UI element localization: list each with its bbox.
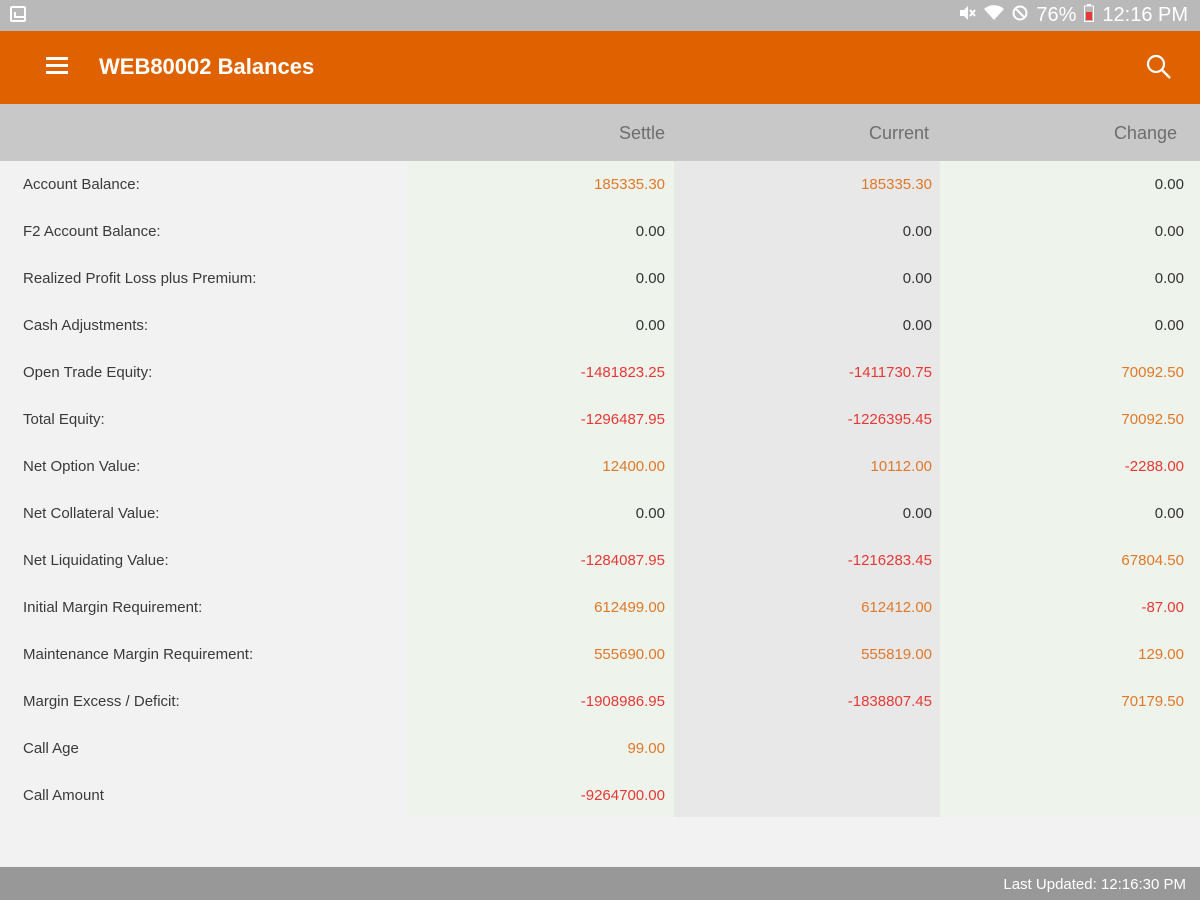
table-row: Maintenance Margin Requirement: 555690.00…: [0, 631, 1200, 678]
cell-current: 0.00: [902, 223, 932, 240]
cell-change: 0.00: [1154, 176, 1184, 193]
cell-settle: 612499.00: [594, 599, 665, 616]
balances-table: Account Balance: 185335.30 185335.30 0.00 F2…: [0, 161, 1200, 819]
cell-current: 10112.00: [870, 458, 932, 475]
row-label: F2 Account Balance:: [23, 223, 161, 240]
table-row: Net Liquidating Value: -1284087.95 -121628…: [0, 537, 1200, 584]
cell-change: -2288.00: [1124, 458, 1184, 475]
cell-settle: 0.00: [635, 505, 665, 522]
column-header: Settle Current Change: [0, 104, 1200, 161]
cell-settle: -1296487.95: [580, 411, 665, 428]
cell-current: 0.00: [902, 270, 932, 287]
blocked-icon: [1012, 5, 1028, 26]
row-label: Total Equity:: [23, 411, 105, 428]
cell-settle: 12400.00: [602, 458, 665, 475]
cell-settle: -1908986.95: [580, 693, 665, 710]
table-row: Initial Margin Requirement: 612499.00 6124…: [0, 584, 1200, 631]
page-title: WEB80002 Balances: [99, 54, 315, 79]
table-row: Call Age 99.00: [0, 725, 1200, 772]
table-row: Net Collateral Value: 0.00 0.00 0.00: [0, 490, 1200, 537]
cell-current: -1216283.45: [847, 552, 932, 569]
row-label: Net Option Value:: [23, 458, 141, 475]
row-label: Net Collateral Value:: [23, 505, 160, 522]
battery-icon: [1084, 4, 1095, 27]
row-label: Account Balance:: [23, 176, 140, 193]
cell-settle: 0.00: [635, 270, 665, 287]
table-row: Margin Excess / Deficit: -1908986.95 -1838…: [0, 678, 1200, 725]
cell-settle: -1284087.95: [580, 552, 665, 569]
table-row: Realized Profit Loss plus Premium: 0.00 0.…: [0, 255, 1200, 302]
mute-icon: [958, 5, 977, 26]
app-bar: WEB80002 Balances: [0, 31, 1200, 104]
row-label: Initial Margin Requirement:: [23, 599, 203, 616]
cell-current: 0.00: [902, 505, 932, 522]
cell-change: 0.00: [1154, 505, 1184, 522]
wifi-icon: [984, 5, 1005, 26]
row-label: Margin Excess / Deficit:: [23, 693, 180, 710]
cell-settle: 555690.00: [594, 646, 665, 663]
table-row: Open Trade Equity: -1481823.25 -1411730.75…: [0, 349, 1200, 396]
cell-change: 70092.50: [1121, 364, 1184, 381]
cell-change: -87.00: [1141, 599, 1184, 616]
status-time: 12:16 PM: [1102, 4, 1188, 26]
search-icon[interactable]: [1146, 54, 1172, 80]
cell-change: 0.00: [1154, 223, 1184, 240]
cell-current: 555819.00: [861, 646, 932, 663]
table-row: Total Equity: -1296487.95 -1226395.45 70092…: [0, 396, 1200, 443]
cell-settle: 0.00: [635, 223, 665, 240]
cell-change: 129.00: [1138, 646, 1184, 663]
table-row: Net Option Value: 12400.00 10112.00 -2288.0…: [0, 443, 1200, 490]
table-row: Cash Adjustments: 0.00 0.00 0.00: [0, 302, 1200, 349]
table-row: F2 Account Balance: 0.00 0.00 0.00: [0, 208, 1200, 255]
cell-settle: -9264700.00: [580, 787, 665, 804]
menu-icon[interactable]: [46, 57, 68, 75]
battery-percent: 76%: [1036, 4, 1077, 26]
cell-current: -1411730.75: [848, 364, 932, 381]
column-header-current: Current: [868, 123, 929, 143]
cell-change: 70092.50: [1121, 411, 1184, 428]
row-label: Call Amount: [23, 787, 104, 804]
cell-change: 67804.50: [1121, 552, 1184, 569]
cell-settle: 185335.30: [594, 176, 665, 193]
row-label: Maintenance Margin Requirement:: [23, 646, 254, 663]
column-header-settle: Settle: [618, 123, 665, 143]
cell-change: 0.00: [1154, 270, 1184, 287]
cell-settle: 99.00: [627, 740, 665, 757]
table-row: Call Amount -9264700.00: [0, 772, 1200, 819]
cell-settle: 0.00: [635, 317, 665, 334]
row-label: Cash Adjustments:: [23, 317, 149, 334]
status-bar: 76% 12:16 PM: [0, 0, 1200, 31]
column-header-change: Change: [1113, 123, 1177, 143]
cell-settle: -1481823.25: [580, 364, 665, 381]
footer-bar: Last Updated: 12:16:30 PM: [0, 867, 1200, 900]
table-row: Account Balance: 185335.30 185335.30 0.00: [0, 161, 1200, 208]
cell-change: 0.00: [1154, 317, 1184, 334]
cell-current: -1226395.45: [847, 411, 932, 428]
cell-change: 70179.50: [1121, 693, 1184, 710]
cell-current: 612412.00: [861, 599, 932, 616]
row-label: Open Trade Equity:: [23, 364, 153, 381]
cell-current: 185335.30: [861, 176, 932, 193]
row-label: Net Liquidating Value:: [23, 552, 169, 569]
cell-current: -1838807.45: [847, 693, 932, 710]
image-icon: [10, 6, 26, 22]
cell-current: 0.00: [902, 317, 932, 334]
status-bar-right: 76% 12:16 PM: [958, 0, 1188, 31]
row-label: Call Age: [23, 740, 79, 757]
last-updated: Last Updated: 12:16:30 PM: [1003, 876, 1186, 893]
row-label: Realized Profit Loss plus Premium:: [23, 270, 257, 287]
